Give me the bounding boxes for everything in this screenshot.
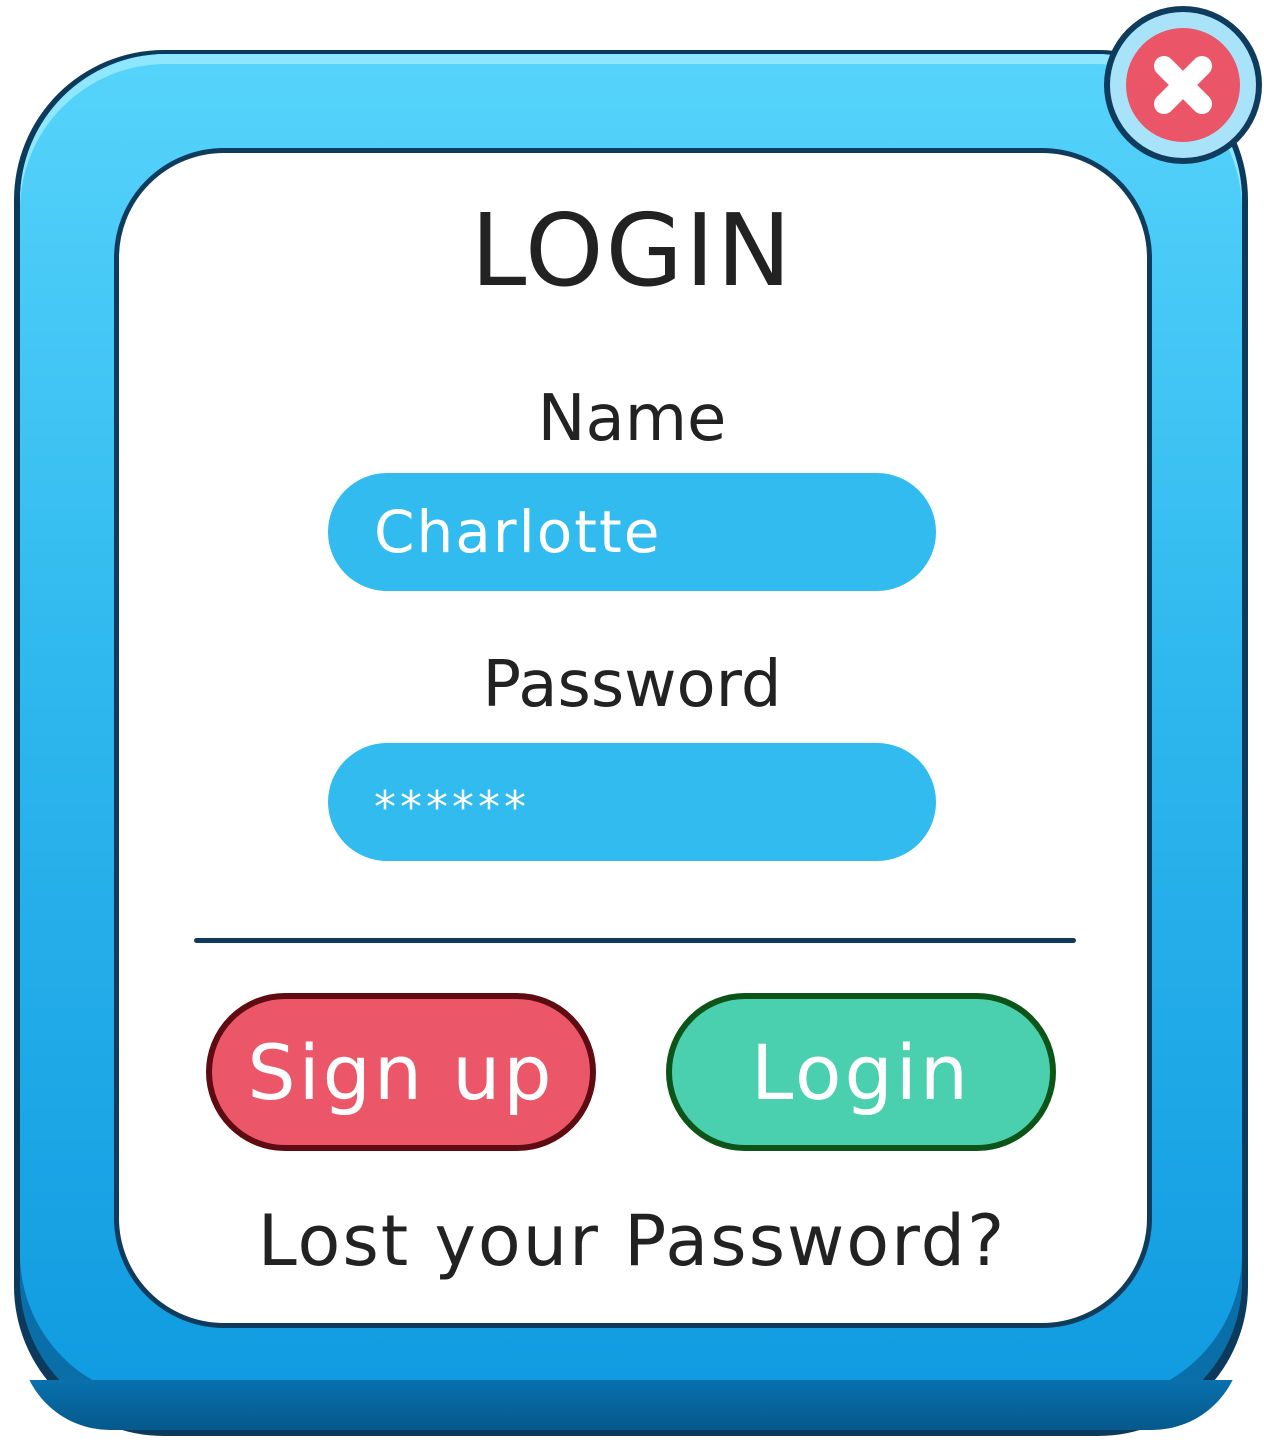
close-button[interactable] [1104, 6, 1262, 164]
name-input-value: Charlotte [374, 498, 662, 566]
divider [194, 938, 1076, 943]
signup-button-label: Sign up [247, 1027, 555, 1117]
password-input-value: ****** [374, 781, 530, 833]
lost-password-link[interactable]: Lost your Password? [0, 1200, 1264, 1282]
name-input[interactable]: Charlotte [328, 473, 936, 591]
login-dialog: LOGIN Name Charlotte Password ****** Sig… [0, 0, 1264, 1450]
dialog-panel [114, 148, 1152, 1328]
close-x-icon [1126, 28, 1240, 142]
login-button[interactable]: Login [666, 993, 1056, 1151]
signup-button[interactable]: Sign up [206, 993, 596, 1151]
password-input[interactable]: ****** [328, 743, 936, 861]
password-label: Password [482, 648, 782, 722]
dialog-title: LOGIN [470, 192, 794, 309]
name-label: Name [537, 382, 727, 456]
login-button-label: Login [750, 1027, 972, 1117]
